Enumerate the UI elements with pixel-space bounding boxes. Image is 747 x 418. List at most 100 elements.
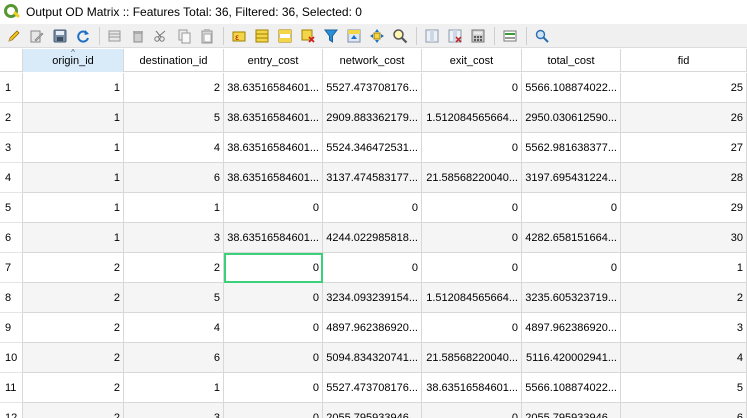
table-cell-network-cost[interactable]: 0	[323, 253, 422, 283]
table-cell-exit-cost[interactable]: 21.58568220040...	[422, 343, 522, 373]
table-cell-origin-id[interactable]: 2	[23, 343, 124, 373]
table-cell-exit-cost[interactable]: 0	[422, 133, 522, 163]
new-field-button[interactable]	[422, 26, 442, 46]
column-header-total-cost[interactable]: total_cost	[522, 49, 621, 72]
table-cell-fid[interactable]: 25	[621, 73, 747, 103]
table-cell-network-cost[interactable]: 2909.883362179...	[323, 103, 422, 133]
table-cell-entry-cost[interactable]: 0	[224, 403, 323, 418]
table-cell-total-cost[interactable]: 2055.795933946...	[522, 403, 621, 418]
row-number-header[interactable]: 9	[0, 313, 23, 343]
filter-button[interactable]	[321, 26, 341, 46]
deselect-button[interactable]	[298, 26, 318, 46]
zoom-to-selection-button[interactable]	[390, 26, 410, 46]
table-cell-total-cost[interactable]: 2950.030612590...	[522, 103, 621, 133]
header-corner[interactable]	[0, 49, 23, 72]
table-cell-network-cost[interactable]: 2055.795933946...	[323, 403, 422, 418]
conditional-format-button[interactable]	[500, 26, 520, 46]
table-cell-destination-id[interactable]: 3	[124, 223, 224, 253]
table-cell-origin-id[interactable]: 1	[23, 73, 124, 103]
table-cell-exit-cost[interactable]: 0	[422, 223, 522, 253]
table-cell-exit-cost[interactable]: 0	[422, 403, 522, 418]
row-number-header[interactable]: 3	[0, 133, 23, 163]
row-number-header[interactable]: 4	[0, 163, 23, 193]
table-cell-fid[interactable]: 4	[621, 343, 747, 373]
row-number-header[interactable]: 10	[0, 343, 23, 373]
table-cell-origin-id[interactable]: 1	[23, 163, 124, 193]
table-cell-total-cost[interactable]: 5566.108874022...	[522, 73, 621, 103]
table-cell-entry-cost[interactable]: 38.63516584601...	[224, 103, 323, 133]
row-number-header[interactable]: 11	[0, 373, 23, 403]
column-header-entry-cost[interactable]: entry_cost	[224, 49, 323, 72]
table-cell-destination-id[interactable]: 6	[124, 343, 224, 373]
multi-edit-button[interactable]	[27, 26, 47, 46]
table-cell-fid[interactable]: 30	[621, 223, 747, 253]
table-cell-origin-id[interactable]: 1	[23, 223, 124, 253]
pan-to-selection-button[interactable]	[367, 26, 387, 46]
row-number-header[interactable]: 7	[0, 253, 23, 283]
table-cell-fid[interactable]: 28	[621, 163, 747, 193]
table-cell-fid[interactable]: 29	[621, 193, 747, 223]
table-cell-destination-id[interactable]: 1	[124, 193, 224, 223]
table-cell-entry-cost[interactable]: 38.63516584601...	[224, 73, 323, 103]
table-cell-origin-id[interactable]: 2	[23, 373, 124, 403]
cut-button[interactable]	[151, 26, 171, 46]
table-cell-fid[interactable]: 27	[621, 133, 747, 163]
table-cell-network-cost[interactable]: 5524.346472531...	[323, 133, 422, 163]
table-cell-total-cost[interactable]: 4282.658151664...	[522, 223, 621, 253]
copy-button[interactable]	[174, 26, 194, 46]
table-cell-exit-cost[interactable]: 0	[422, 193, 522, 223]
paste-button[interactable]	[197, 26, 217, 46]
table-cell-destination-id[interactable]: 4	[124, 313, 224, 343]
table-cell-destination-id[interactable]: 3	[124, 403, 224, 418]
table-cell-destination-id[interactable]: 6	[124, 163, 224, 193]
table-cell-entry-cost[interactable]: 0	[224, 253, 323, 283]
table-cell-total-cost[interactable]: 3197.695431224...	[522, 163, 621, 193]
table-cell-network-cost[interactable]: 5527.473708176...	[323, 73, 422, 103]
column-header-origin-id[interactable]: ^ origin_id	[23, 49, 124, 72]
add-feature-button[interactable]	[105, 26, 125, 46]
table-cell-origin-id[interactable]: 2	[23, 313, 124, 343]
table-cell-entry-cost[interactable]: 0	[224, 193, 323, 223]
table-cell-exit-cost[interactable]: 1.512084565664...	[422, 283, 522, 313]
table-cell-total-cost[interactable]: 5562.981638377...	[522, 133, 621, 163]
table-cell-origin-id[interactable]: 2	[23, 253, 124, 283]
table-cell-destination-id[interactable]: 5	[124, 283, 224, 313]
table-cell-network-cost[interactable]: 3137.474583177...	[323, 163, 422, 193]
save-edits-button[interactable]	[50, 26, 70, 46]
row-number-header[interactable]: 12	[0, 403, 23, 418]
table-cell-fid[interactable]: 1	[621, 253, 747, 283]
column-header-network-cost[interactable]: network_cost	[323, 49, 422, 72]
table-cell-destination-id[interactable]: 4	[124, 133, 224, 163]
table-cell-entry-cost[interactable]: 0	[224, 343, 323, 373]
row-number-header[interactable]: 2	[0, 103, 23, 133]
table-cell-exit-cost[interactable]: 21.58568220040...	[422, 163, 522, 193]
table-cell-destination-id[interactable]: 2	[124, 73, 224, 103]
reload-button[interactable]	[73, 26, 93, 46]
table-cell-entry-cost[interactable]: 0	[224, 313, 323, 343]
row-number-header[interactable]: 6	[0, 223, 23, 253]
table-cell-exit-cost[interactable]: 38.63516584601...	[422, 373, 522, 403]
table-cell-exit-cost[interactable]: 0	[422, 73, 522, 103]
table-cell-fid[interactable]: 5	[621, 373, 747, 403]
column-header-fid[interactable]: fid	[621, 49, 747, 72]
table-cell-destination-id[interactable]: 2	[124, 253, 224, 283]
table-cell-network-cost[interactable]: 4244.022985818...	[323, 223, 422, 253]
table-cell-total-cost[interactable]: 5116.420002941...	[522, 343, 621, 373]
column-header-destination-id[interactable]: destination_id	[124, 49, 224, 72]
table-cell-total-cost[interactable]: 5566.108874022...	[522, 373, 621, 403]
table-cell-exit-cost[interactable]: 1.512084565664...	[422, 103, 522, 133]
delete-field-button[interactable]	[445, 26, 465, 46]
field-calculator-button[interactable]	[468, 26, 488, 46]
row-number-header[interactable]: 5	[0, 193, 23, 223]
table-cell-entry-cost[interactable]: 0	[224, 373, 323, 403]
table-cell-network-cost[interactable]: 5094.834320741...	[323, 343, 422, 373]
column-header-exit-cost[interactable]: exit_cost	[422, 49, 522, 72]
row-number-header[interactable]: 1	[0, 73, 23, 103]
invert-selection-button[interactable]	[275, 26, 295, 46]
table-cell-exit-cost[interactable]: 0	[422, 253, 522, 283]
table-cell-fid[interactable]: 3	[621, 313, 747, 343]
table-cell-total-cost[interactable]: 0	[522, 253, 621, 283]
table-cell-entry-cost[interactable]: 0	[224, 283, 323, 313]
row-number-header[interactable]: 8	[0, 283, 23, 313]
pencil-button[interactable]	[4, 26, 24, 46]
